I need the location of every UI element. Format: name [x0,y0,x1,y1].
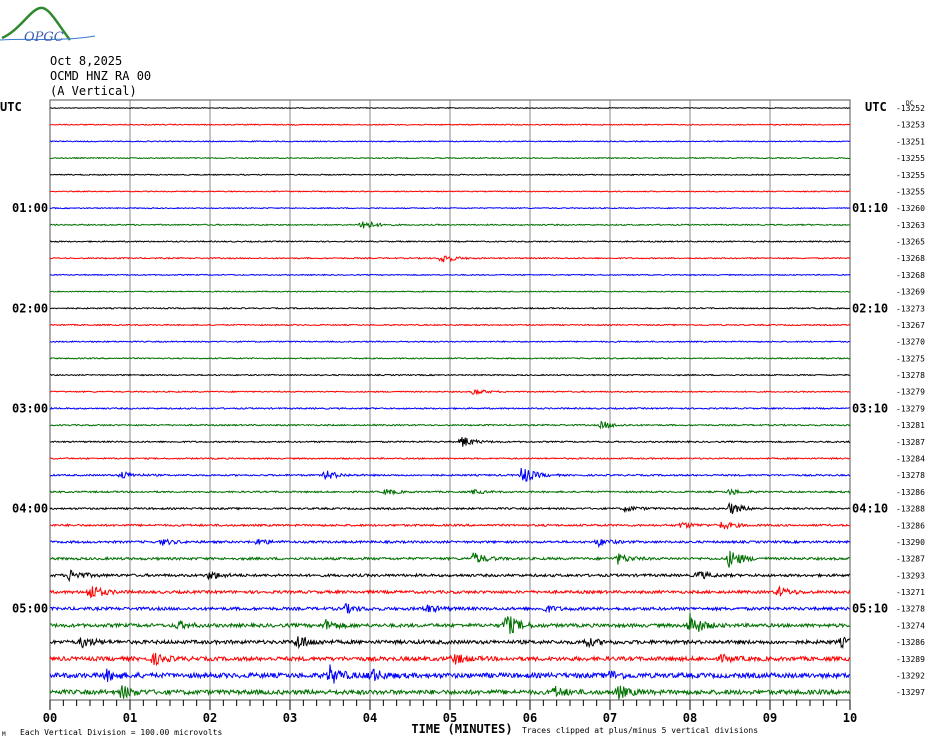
dc-offset-label: -13281 [896,421,925,430]
seismic-trace [49,106,851,110]
x-tick-label: 10 [843,711,857,725]
dc-offset-label: -13271 [896,588,925,597]
left-time-label: 04:00 [12,502,48,516]
dc-offset-label: -13268 [896,271,925,280]
dc-offset-label: -13288 [896,505,925,514]
x-tick-label: 02 [203,711,217,725]
dc-offset-label: -13273 [896,304,925,313]
dc-offset-label: -13290 [896,538,925,547]
dc-offset-label: -13278 [896,471,925,480]
scale-note: Each Vertical Division = 100.00 microvol… [20,728,222,737]
dc-offset-label: -13287 [896,555,925,564]
seismic-trace [49,406,851,411]
dc-offset-label: -13286 [896,488,925,497]
x-tick-label: 06 [523,711,537,725]
seismic-trace [49,340,851,344]
dc-offset-label: -13255 [896,154,925,163]
dc-offset-label: -13274 [896,621,925,630]
left-time-label: 01:00 [12,201,48,215]
x-tick-label: 09 [763,711,777,725]
dc-offset-label: -13269 [896,288,925,297]
dc-offset-label: -13278 [896,605,925,614]
helicorder-plot: 00 01 02 03 04 05 06 07 08 09 10TIME (MINUTES)Each… [0,99,925,738]
x-tick-label: 08 [683,711,697,725]
x-axis-title: TIME (MINUTES) [411,722,512,736]
dc-offset-label: -13267 [896,321,925,330]
clip-note: Traces clipped at plus/minus 5 vertical … [522,726,758,735]
dc-offset-label: -13253 [896,121,925,130]
dc-offset-label: -13297 [896,688,925,697]
left-time-label: 05:00 [12,602,48,616]
dc-offset-label: -13251 [896,137,925,146]
dc-offset-label: -13263 [896,221,925,230]
seismic-trace [49,356,851,360]
dc-offset-label: -13275 [896,354,925,363]
dc-offset-label: -13284 [896,454,925,463]
right-time-label: 02:10 [852,301,888,315]
dc-offset-label: -13287 [896,438,925,447]
dc-offset-label: -13289 [896,655,925,664]
dc-offset-label: -13279 [896,404,925,413]
dc-offset-label: -13255 [896,187,925,196]
right-time-label: 03:10 [852,401,888,415]
right-utc-title: UTC [865,100,887,114]
right-time-label: 05:10 [852,602,888,616]
x-tick-label: 04 [363,711,377,725]
x-tick-label: 03 [283,711,297,725]
dc-offset-label: -13293 [896,571,925,580]
dc-offset-label: -13260 [896,204,925,213]
x-tick-label: 00 [43,711,57,725]
dc-offset-label: -13270 [896,338,925,347]
right-time-label: 04:10 [852,502,888,516]
x-tick-label: 07 [603,711,617,725]
left-time-label: 03:00 [12,401,48,415]
left-utc-title: UTC [0,100,22,114]
dc-offset-label: -13252 [896,104,925,113]
left-time-label: 02:00 [12,301,48,315]
x-tick-label: 01 [123,711,137,725]
dc-offset-label: -13292 [896,671,925,680]
dc-offset-label: -13286 [896,638,925,647]
dc-offset-label: -13279 [896,388,925,397]
dc-offset-label: -13268 [896,254,925,263]
seismic-trace [49,323,851,327]
dc-offset-label: -13278 [896,371,925,380]
right-time-label: 01:10 [852,201,888,215]
dc-offset-label: -13265 [896,238,925,247]
dc-offset-label: -13286 [896,521,925,530]
dc-offset-label: -13255 [896,171,925,180]
corner-mark: M [2,731,6,738]
